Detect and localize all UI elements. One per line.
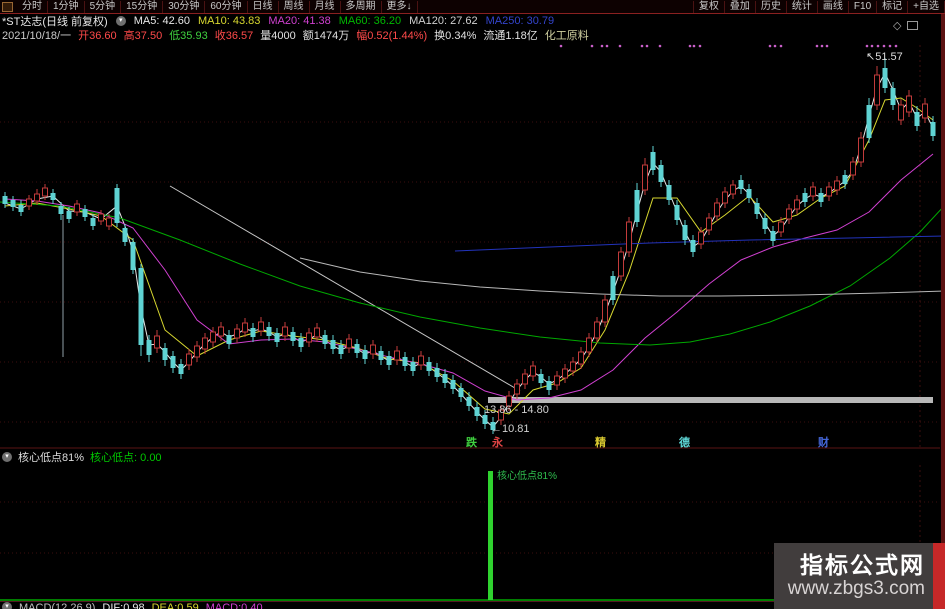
collapse-icon[interactable]: ▾ (2, 451, 12, 462)
watermark-url: www.zbgs3.com (787, 578, 925, 599)
ohlc-item-7: 幅0.52(1.44%) (356, 29, 428, 42)
ohlc-item-3: 低35.93 (169, 29, 208, 42)
trading-terminal-window: ↖51.57 13.86 - 14.80 ←10.81 跌永精德财核心低点81% 分时… (0, 0, 945, 609)
period-tab-10[interactable]: 更多↓ (382, 0, 418, 13)
ma-value-3: MA60: 36.20 (338, 14, 402, 27)
ohlc-item-6: 额1474万 (302, 29, 350, 42)
ohlc-item-1: 开36.60 (78, 29, 117, 42)
ohlc-item-4: 收36.57 (214, 29, 254, 42)
tool-button-1[interactable]: 叠加 (725, 0, 756, 13)
indicator-value: 核心低点: 0.00 (90, 451, 162, 464)
period-tabs: 分时 1分钟 5分钟 15分钟 30分钟 60分钟 日线 周线 月线 多周期 更多↓ (17, 0, 418, 13)
watermark: 指标公式网 www.zbgs3.com (774, 543, 933, 609)
ohlc-item-9: 流通1.18亿 (483, 29, 538, 42)
candlestick-chart[interactable] (0, 0, 945, 609)
ohlc-item-8: 换0.34% (434, 29, 477, 42)
diamond-icon[interactable]: ◇ (893, 19, 901, 32)
period-tab-4[interactable]: 30分钟 (163, 0, 206, 13)
tool-button-6[interactable]: 标记 (877, 0, 909, 13)
ma-value-0: MA5: 42.60 (133, 14, 190, 27)
ma-value-5: MA250: 30.79 (485, 14, 555, 27)
tool-button-7[interactable]: +自选 (908, 0, 945, 13)
ma-value-4: MA120: 27.62 (409, 14, 478, 27)
ma-value-2: MA20: 41.38 (268, 14, 331, 27)
period-tab-8[interactable]: 月线 (310, 0, 341, 13)
chart-corner-icons: ◇ (893, 19, 919, 32)
macd-part-3: MACD:0.40 (205, 602, 263, 609)
period-tab-7[interactable]: 周线 (279, 0, 310, 13)
tool-button-4[interactable]: 画线 (818, 0, 849, 13)
macd-part-0: MACD(12,26,9) (19, 602, 96, 609)
tool-button-0[interactable]: 复权 (692, 0, 725, 13)
ohlc-item-10: 化工原料 (544, 29, 589, 42)
tool-buttons: 复权 叠加 历史 统计 画线 F10 标记 +自选 (692, 0, 945, 13)
watermark-red-stripe (933, 543, 945, 609)
stock-info-row: *ST达志(日线 前复权) ▾ MA5: 42.60 MA10: 43.83 MA2… (2, 14, 554, 28)
period-tab-2[interactable]: 5分钟 (85, 0, 122, 13)
indicator-header: ▾ 核心低点81% 核心低点: 0.00 (0, 449, 942, 464)
period-tab-6[interactable]: 日线 (248, 0, 279, 13)
ma-values: MA5: 42.60 MA10: 43.83 MA20: 41.38 MA60: 36… (134, 15, 554, 27)
period-tab-0[interactable]: 分时 (17, 0, 48, 13)
period-tab-1[interactable]: 1分钟 (48, 0, 85, 13)
watermark-title: 指标公式网 (800, 552, 925, 578)
period-tab-3[interactable]: 15分钟 (121, 0, 164, 13)
ohlc-item-2: 高37.50 (123, 29, 163, 42)
macd-part-2: DEA:0.59 (151, 602, 199, 609)
indicator-title: 核心低点81% (18, 451, 85, 464)
ma-value-1: MA10: 43.83 (197, 14, 261, 27)
ohlc-item-0: 2021/10/18/一 (2, 29, 72, 42)
ohlc-item-5: 量4000 (260, 29, 296, 42)
panel-icon[interactable] (907, 21, 919, 30)
window-right-border (941, 0, 945, 609)
tool-button-3[interactable]: 统计 (787, 0, 818, 13)
period-tab-5[interactable]: 60分钟 (205, 0, 248, 13)
ohlc-info-row: 2021/10/18/一 开36.60 高37.50 低35.93 收36.57 量400… (2, 28, 589, 42)
collapse-icon[interactable]: ▾ (115, 15, 126, 26)
tool-button-2[interactable]: 历史 (756, 0, 787, 13)
collapse-icon[interactable]: ▾ (2, 602, 12, 609)
macd-part-1: DIF:0.98 (102, 602, 145, 609)
period-tab-9[interactable]: 多周期 (341, 0, 382, 13)
period-menubar: 分时 1分钟 5分钟 15分钟 30分钟 60分钟 日线 周线 月线 多周期 更多↓ 复权 叠加 历史统… (0, 0, 945, 14)
tool-button-5[interactable]: F10 (849, 0, 878, 13)
window-icon[interactable] (2, 1, 13, 12)
